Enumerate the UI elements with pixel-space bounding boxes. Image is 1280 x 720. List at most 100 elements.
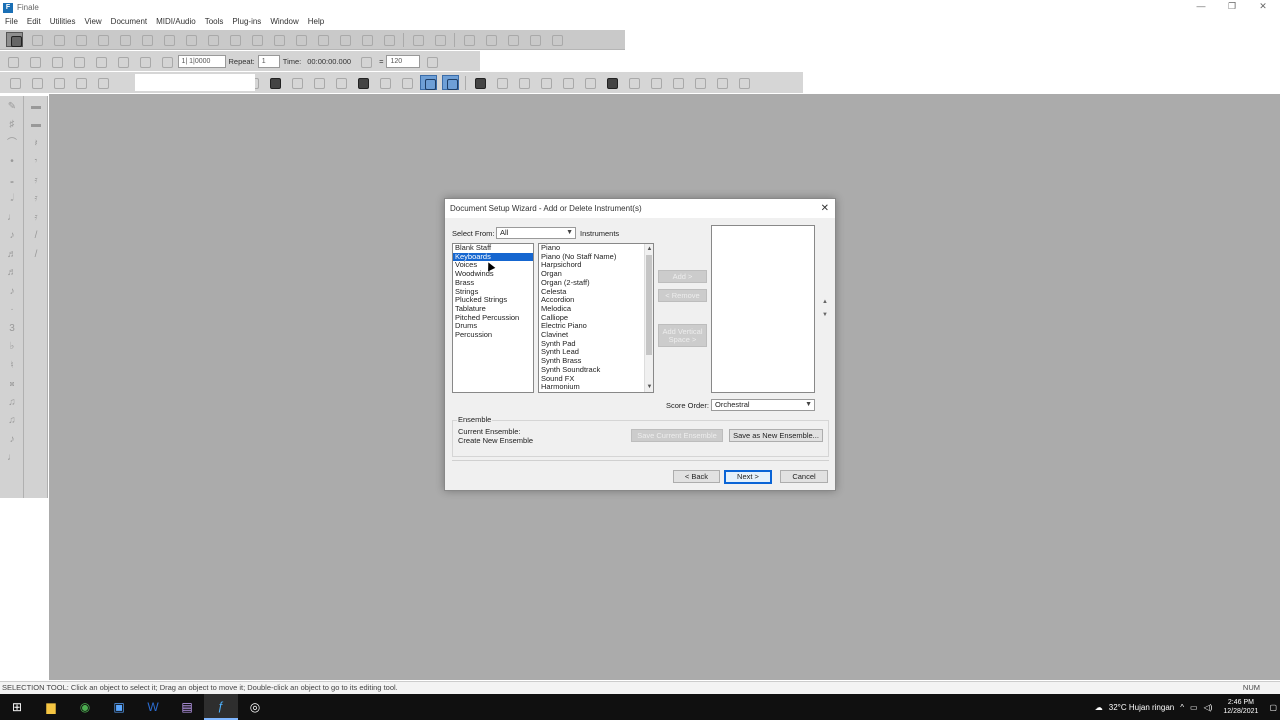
zoom-fit-icon[interactable] bbox=[537, 75, 554, 90]
move-down-icon[interactable]: ▼ bbox=[822, 312, 828, 318]
open-folder-icon[interactable] bbox=[28, 75, 45, 90]
menu-window[interactable]: Window bbox=[270, 17, 298, 26]
show-grid-icon[interactable] bbox=[420, 75, 437, 90]
app-icon-blue[interactable]: ▣ bbox=[102, 694, 136, 720]
note-mover-tool-icon[interactable] bbox=[548, 32, 565, 47]
system-bracket-icon[interactable] bbox=[288, 75, 305, 90]
quarter-note-tempo-icon[interactable] bbox=[357, 54, 374, 69]
back-button[interactable]: < Back bbox=[673, 470, 720, 483]
show-margins-icon[interactable] bbox=[442, 75, 459, 90]
actual-size-icon[interactable] bbox=[735, 75, 752, 90]
quarter-note-icon[interactable]: ♩ bbox=[3, 210, 21, 226]
zoom-height-icon[interactable] bbox=[581, 75, 598, 90]
eraser-icon[interactable]: ✎ bbox=[3, 99, 21, 115]
half-note-icon[interactable]: 𝅗𝅥 bbox=[3, 191, 21, 207]
remove-instrument-button[interactable]: < Remove bbox=[658, 289, 707, 302]
time-signature-tool-icon[interactable] bbox=[72, 32, 89, 47]
new-document-icon[interactable] bbox=[6, 75, 23, 90]
tuplet-icon[interactable]: 3 bbox=[3, 321, 21, 337]
app-icon-purple[interactable]: ▤ bbox=[170, 694, 204, 720]
fit-to-window-icon[interactable] bbox=[713, 75, 730, 90]
menu-help[interactable]: Help bbox=[308, 17, 324, 26]
quarter-rest-icon[interactable]: 𝄽 bbox=[27, 136, 45, 152]
menu-utilities[interactable]: Utilities bbox=[50, 17, 76, 26]
page-view-icon[interactable] bbox=[471, 75, 488, 90]
beam-icon[interactable]: ♫ bbox=[3, 413, 21, 429]
simple-entry-tool-icon[interactable] bbox=[138, 32, 155, 47]
staff-tool-icon[interactable] bbox=[28, 32, 45, 47]
file-explorer-icon[interactable]: ▆ bbox=[34, 694, 68, 720]
next-button[interactable]: Next > bbox=[724, 470, 772, 484]
add-instrument-button[interactable]: Add > bbox=[658, 270, 707, 283]
finale-taskbar-icon[interactable]: ƒ bbox=[204, 694, 238, 720]
flip-stem-icon[interactable]: ♪ bbox=[3, 432, 21, 448]
page-layout-tool-icon[interactable] bbox=[380, 32, 397, 47]
word-icon[interactable]: W bbox=[136, 694, 170, 720]
lyrics-tool-icon[interactable] bbox=[314, 32, 331, 47]
whole-note-icon[interactable]: 𝅝 bbox=[3, 173, 21, 189]
pause-icon[interactable] bbox=[92, 54, 109, 69]
zoom-100-icon[interactable] bbox=[603, 75, 620, 90]
menu-file[interactable]: File bbox=[5, 17, 18, 26]
obs-icon[interactable]: ◎ bbox=[238, 694, 272, 720]
natural-icon[interactable]: ♮ bbox=[3, 358, 21, 374]
eighth-note-icon[interactable]: ♪ bbox=[3, 228, 21, 244]
zoom-out-icon[interactable] bbox=[691, 75, 708, 90]
grace-note-icon[interactable]: ♪ bbox=[3, 284, 21, 300]
flat-icon[interactable]: ♭ bbox=[3, 339, 21, 355]
frame-icon[interactable] bbox=[354, 75, 371, 90]
play-icon[interactable] bbox=[70, 54, 87, 69]
fit-page-icon[interactable] bbox=[310, 75, 327, 90]
scroll-view-icon[interactable] bbox=[493, 75, 510, 90]
select-from-dropdown[interactable]: All ▼ bbox=[496, 227, 576, 239]
graphics-tool-icon[interactable] bbox=[358, 32, 375, 47]
clef-tool-icon[interactable] bbox=[94, 32, 111, 47]
tuplet-tool-icon[interactable] bbox=[182, 32, 199, 47]
zoom-in-icon[interactable] bbox=[669, 75, 686, 90]
close-window-button[interactable]: ✕ bbox=[1248, 0, 1278, 15]
zoom-tool-icon[interactable] bbox=[431, 32, 448, 47]
volume-icon[interactable]: ◁) bbox=[1204, 703, 1213, 712]
articulation-tool-icon[interactable] bbox=[226, 32, 243, 47]
scroll-thumb[interactable] bbox=[646, 255, 652, 355]
cancel-button[interactable]: Cancel bbox=[780, 470, 828, 483]
weather-text[interactable]: 32°C Hujan ringan bbox=[1109, 703, 1174, 712]
minimize-button[interactable]: — bbox=[1186, 0, 1216, 15]
cross-staff-icon[interactable]: ♩ bbox=[3, 450, 21, 466]
measure-tool-icon[interactable] bbox=[116, 32, 133, 47]
zoom-400-icon[interactable] bbox=[647, 75, 664, 90]
stop-icon[interactable] bbox=[48, 54, 65, 69]
playback-gear-icon[interactable] bbox=[423, 54, 440, 69]
resize-icon[interactable] bbox=[332, 75, 349, 90]
text-tool-icon[interactable] bbox=[336, 32, 353, 47]
menu-view[interactable]: View bbox=[84, 17, 101, 26]
special-tools-icon[interactable] bbox=[460, 32, 477, 47]
midi-tool-icon[interactable] bbox=[504, 32, 521, 47]
double-sharp-icon[interactable]: 𝄪 bbox=[3, 376, 21, 392]
instrument-list-scrollbar[interactable]: ▲ ▼ bbox=[644, 244, 653, 392]
instrument-list[interactable]: Piano Piano (No Staff Name) Harpsichord … bbox=[538, 243, 654, 393]
chrome-icon[interactable]: ◉ bbox=[68, 694, 102, 720]
scroll-down-icon[interactable]: ▼ bbox=[645, 382, 653, 392]
score-order-dropdown[interactable]: Orchestral ▼ bbox=[711, 399, 815, 411]
menu-edit[interactable]: Edit bbox=[27, 17, 41, 26]
windows-start-icon[interactable]: ⊞ bbox=[0, 694, 34, 720]
speedy-entry-tool-icon[interactable] bbox=[160, 32, 177, 47]
record-icon[interactable] bbox=[114, 54, 131, 69]
smart-shape-tool-icon[interactable] bbox=[204, 32, 221, 47]
save-as-new-ensemble-button[interactable]: Save as New Ensemble... bbox=[729, 429, 823, 442]
save-icon[interactable] bbox=[50, 75, 67, 90]
move-up-icon[interactable]: ▲ bbox=[822, 299, 828, 305]
tempo-field[interactable]: 120 bbox=[386, 54, 421, 68]
maximize-button[interactable]: ❐ bbox=[1217, 0, 1247, 15]
tray-chevron-icon[interactable]: ^ bbox=[1180, 703, 1184, 712]
sharp-icon[interactable]: ♯ bbox=[3, 117, 21, 133]
studio-view-icon[interactable] bbox=[515, 75, 532, 90]
insert-measure-icon[interactable] bbox=[376, 75, 393, 90]
network-icon[interactable]: ▭ bbox=[1190, 703, 1198, 712]
menu-document[interactable]: Document bbox=[111, 17, 147, 26]
chord-tool-icon[interactable] bbox=[292, 32, 309, 47]
weather-icon[interactable]: ☁ bbox=[1095, 703, 1103, 712]
instrument-item[interactable]: Harmonium bbox=[539, 383, 653, 392]
sixteenth-rest-icon[interactable]: 𝄿 bbox=[27, 173, 45, 189]
